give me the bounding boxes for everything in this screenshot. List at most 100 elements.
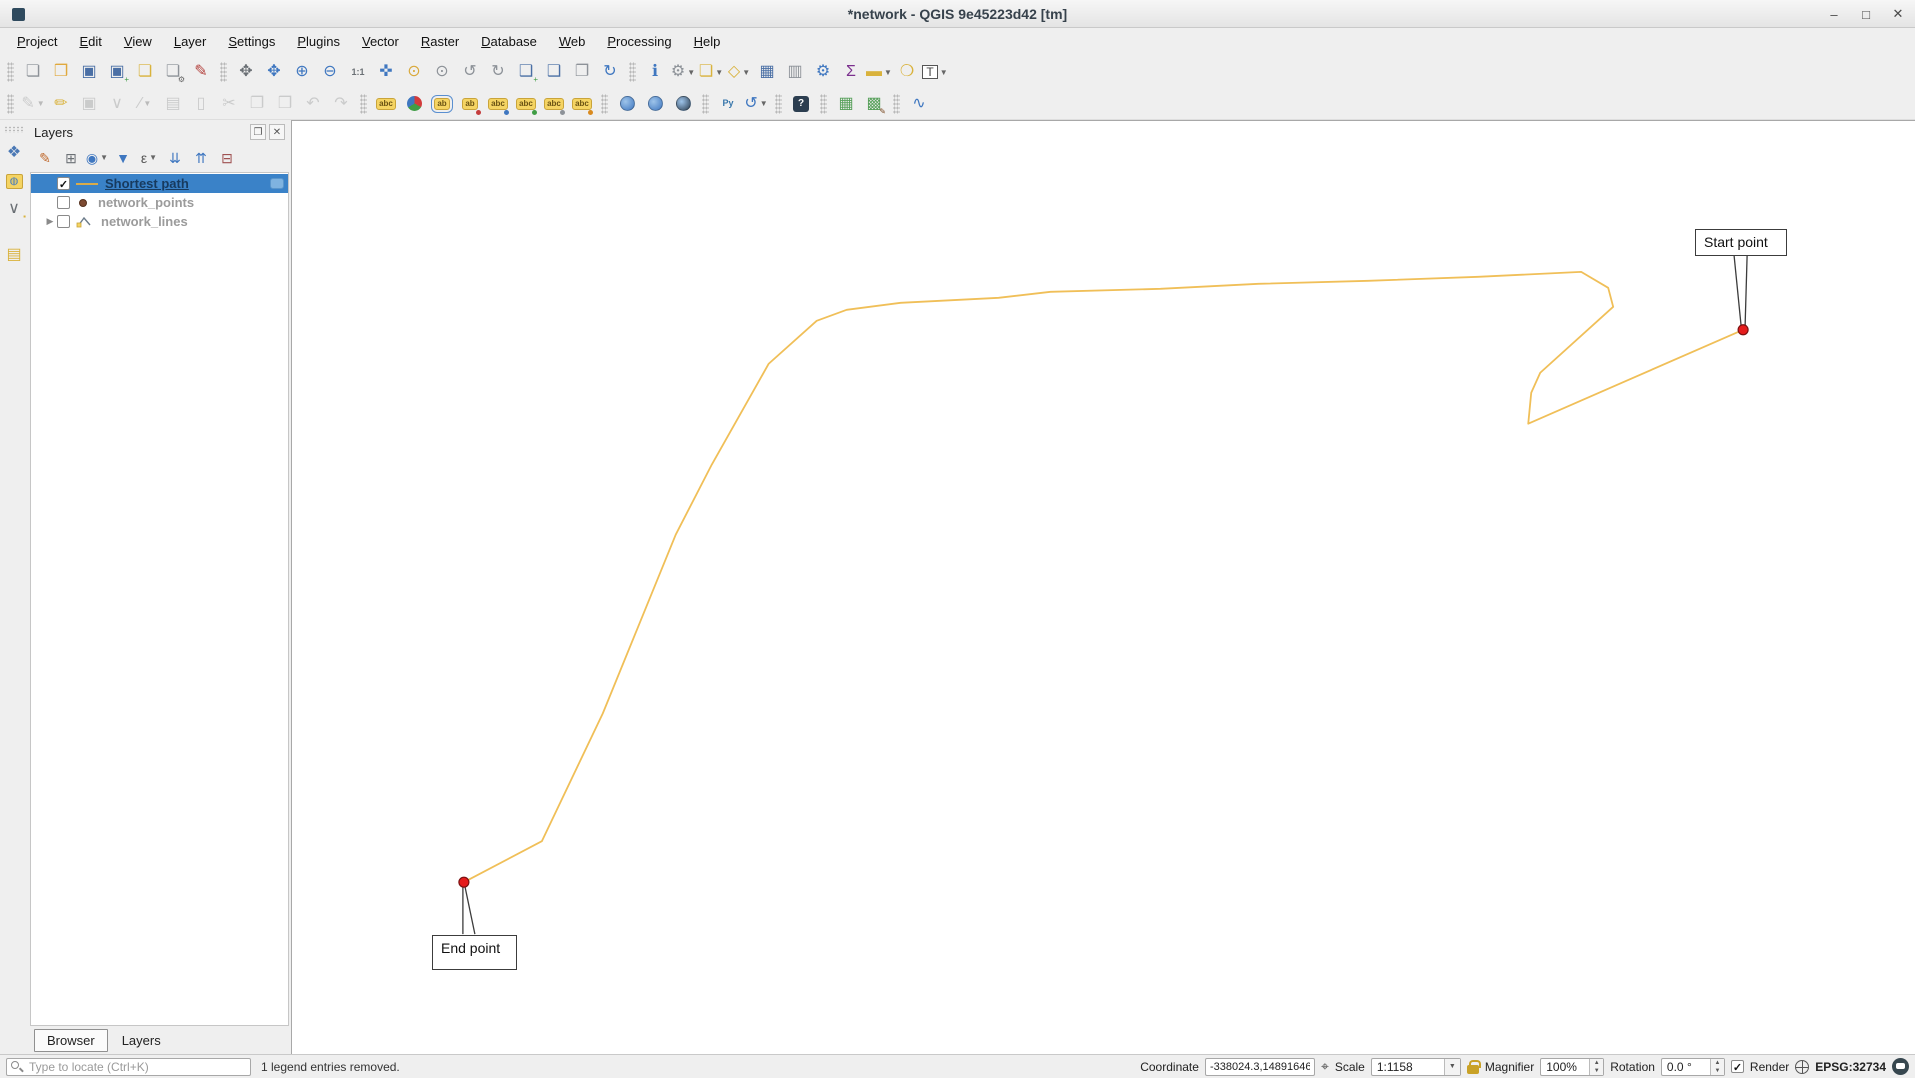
show-bookmarks[interactable]: ❑ <box>541 59 567 85</box>
chevron-down-icon[interactable]: ▼ <box>37 99 45 108</box>
new-bookmark[interactable]: ❑+ <box>513 59 539 85</box>
profile-tool[interactable]: ∿ <box>906 91 932 117</box>
new-virtual-layer[interactable]: ▤ <box>1 242 27 268</box>
menu-processing[interactable]: Processing <box>596 28 682 56</box>
lock-scale-icon[interactable] <box>1467 1065 1479 1074</box>
crs-globe-icon[interactable] <box>1795 1060 1809 1074</box>
zoom-to-layer[interactable]: ⊙ <box>429 59 455 85</box>
toolbar-grip[interactable] <box>629 62 636 82</box>
layer-row-shortest-path[interactable]: ✓Shortest path <box>31 174 288 193</box>
maximize-button[interactable]: □ <box>1857 5 1875 23</box>
metasearch[interactable] <box>614 91 640 117</box>
expand-arrow-icon[interactable]: ▶ <box>43 216 57 227</box>
web-map-service[interactable] <box>670 91 696 117</box>
change-label[interactable]: abc <box>541 91 567 117</box>
new-geopackage-layer[interactable]: ◍ <box>1 168 27 194</box>
rotation-spinbox[interactable]: 0.0 ° ▲▼ <box>1661 1058 1725 1076</box>
refresh[interactable]: ↻ <box>597 59 623 85</box>
layer-visibility-checkbox[interactable]: ✓ <box>57 177 70 190</box>
rotate-label[interactable]: abc <box>569 91 595 117</box>
paste-features[interactable]: ❒ <box>272 91 298 117</box>
chevron-down-icon[interactable]: ▼ <box>884 68 892 77</box>
menu-web[interactable]: Web <box>548 28 597 56</box>
close-panel-button[interactable]: ✕ <box>269 124 285 140</box>
chevron-down-icon[interactable]: ▼ <box>760 99 768 108</box>
menu-layer[interactable]: Layer <box>163 28 218 56</box>
chevron-down-icon[interactable]: ▼ <box>100 153 108 162</box>
chevron-down-icon[interactable]: ▼ <box>1444 1059 1460 1075</box>
chevron-down-icon[interactable]: ▼ <box>687 68 695 77</box>
toolbar-grip[interactable] <box>220 62 227 82</box>
data-source-manager[interactable]: ❖ <box>1 140 27 166</box>
open-project[interactable]: ❒ <box>48 59 74 85</box>
messages-icon[interactable] <box>1892 1058 1909 1075</box>
menu-edit[interactable]: Edit <box>68 28 112 56</box>
cut-features[interactable]: ✂ <box>216 91 242 117</box>
undo[interactable]: ↶ <box>300 91 326 117</box>
measure-line[interactable]: ▬▼ <box>866 59 892 85</box>
field-calculator[interactable]: ▥ <box>782 59 808 85</box>
zoom-in[interactable]: ⊕ <box>289 59 315 85</box>
layer-diagram-options[interactable] <box>401 91 427 117</box>
locator-input[interactable] <box>6 1058 251 1076</box>
manage-map-themes[interactable]: ◉▼ <box>85 146 109 170</box>
layer-row-network_points[interactable]: network_points <box>31 193 288 212</box>
toggle-extents-icon[interactable]: ⌖ <box>1321 1058 1329 1075</box>
chevron-down-icon[interactable]: ▼ <box>143 99 151 108</box>
coordinate-input[interactable] <box>1205 1058 1315 1076</box>
add-feature[interactable]: ∨ <box>104 91 130 117</box>
toolbar-grip[interactable] <box>360 94 367 114</box>
identify-features[interactable]: ℹ <box>642 59 668 85</box>
layer-indicator[interactable] <box>270 178 284 189</box>
filter-by-expression[interactable]: ε▼ <box>137 146 161 170</box>
toolbar-grip[interactable] <box>601 94 608 114</box>
current-edits[interactable]: ✎▼ <box>20 91 46 117</box>
tab-browser[interactable]: Browser <box>34 1029 108 1052</box>
text-annotation[interactable]: T▼ <box>922 59 948 85</box>
deselect-features[interactable]: ◇▼ <box>726 59 752 85</box>
expand-all[interactable]: ⇊ <box>163 146 187 170</box>
style-manager[interactable]: ✎ <box>188 59 214 85</box>
filter-legend[interactable]: ▼ <box>111 146 135 170</box>
web-service-catalog[interactable] <box>642 91 668 117</box>
python-console[interactable]: Py <box>715 91 741 117</box>
highlight-pinned-labels[interactable]: ab <box>429 91 455 117</box>
chevron-down-icon[interactable]: ▼ <box>715 68 723 77</box>
float-panel-button[interactable]: ❐ <box>250 124 266 140</box>
zoom-to-selection[interactable]: ⊙ <box>401 59 427 85</box>
pin-unpin-labels[interactable]: ab <box>457 91 483 117</box>
layer-row-network_lines[interactable]: ▶network_lines <box>31 212 288 231</box>
chevron-down-icon[interactable]: ▼ <box>940 68 948 77</box>
plugin-map-tool[interactable]: ▦ <box>833 91 859 117</box>
close-button[interactable]: ✕ <box>1889 5 1907 23</box>
statistical-summary[interactable]: Σ <box>838 59 864 85</box>
chevron-down-icon[interactable]: ▼ <box>149 153 157 162</box>
map-tips[interactable]: ❍ <box>894 59 920 85</box>
remove-layer[interactable]: ⊟ <box>215 146 239 170</box>
menu-vector[interactable]: Vector <box>351 28 410 56</box>
chevron-down-icon[interactable]: ▼ <box>742 68 750 77</box>
layer-visibility-checkbox[interactable] <box>57 215 70 228</box>
toolbar-grip[interactable] <box>4 126 24 133</box>
toolbar-grip[interactable] <box>7 94 14 114</box>
toolbar-grip[interactable] <box>893 94 900 114</box>
processing-toolbox[interactable]: ⚙ <box>810 59 836 85</box>
layer-tree[interactable]: ✓Shortest pathnetwork_points▶network_lin… <box>30 172 289 1026</box>
plugin-edit-tool[interactable]: ▩✎ <box>861 91 887 117</box>
save-project-as[interactable]: ▣+ <box>104 59 130 85</box>
menu-database[interactable]: Database <box>470 28 548 56</box>
whats-this-help[interactable]: ? <box>788 91 814 117</box>
menu-view[interactable]: View <box>113 28 163 56</box>
minimize-button[interactable]: – <box>1825 5 1843 23</box>
zoom-native[interactable]: 1:1 <box>345 59 371 85</box>
save-layer-edits[interactable]: ▣ <box>76 91 102 117</box>
map-canvas[interactable]: Start point End point <box>291 120 1915 1054</box>
run-feature-action[interactable]: ⚙▼ <box>670 59 696 85</box>
end-point-annotation[interactable]: End point <box>432 935 517 970</box>
menu-plugins[interactable]: Plugins <box>286 28 351 56</box>
toolbar-grip[interactable] <box>820 94 827 114</box>
menu-project[interactable]: Project <box>6 28 68 56</box>
modify-attributes[interactable]: ▤ <box>160 91 186 117</box>
new-print-layout[interactable]: ❏ <box>132 59 158 85</box>
crs-status[interactable]: EPSG:32734 <box>1815 1060 1886 1074</box>
